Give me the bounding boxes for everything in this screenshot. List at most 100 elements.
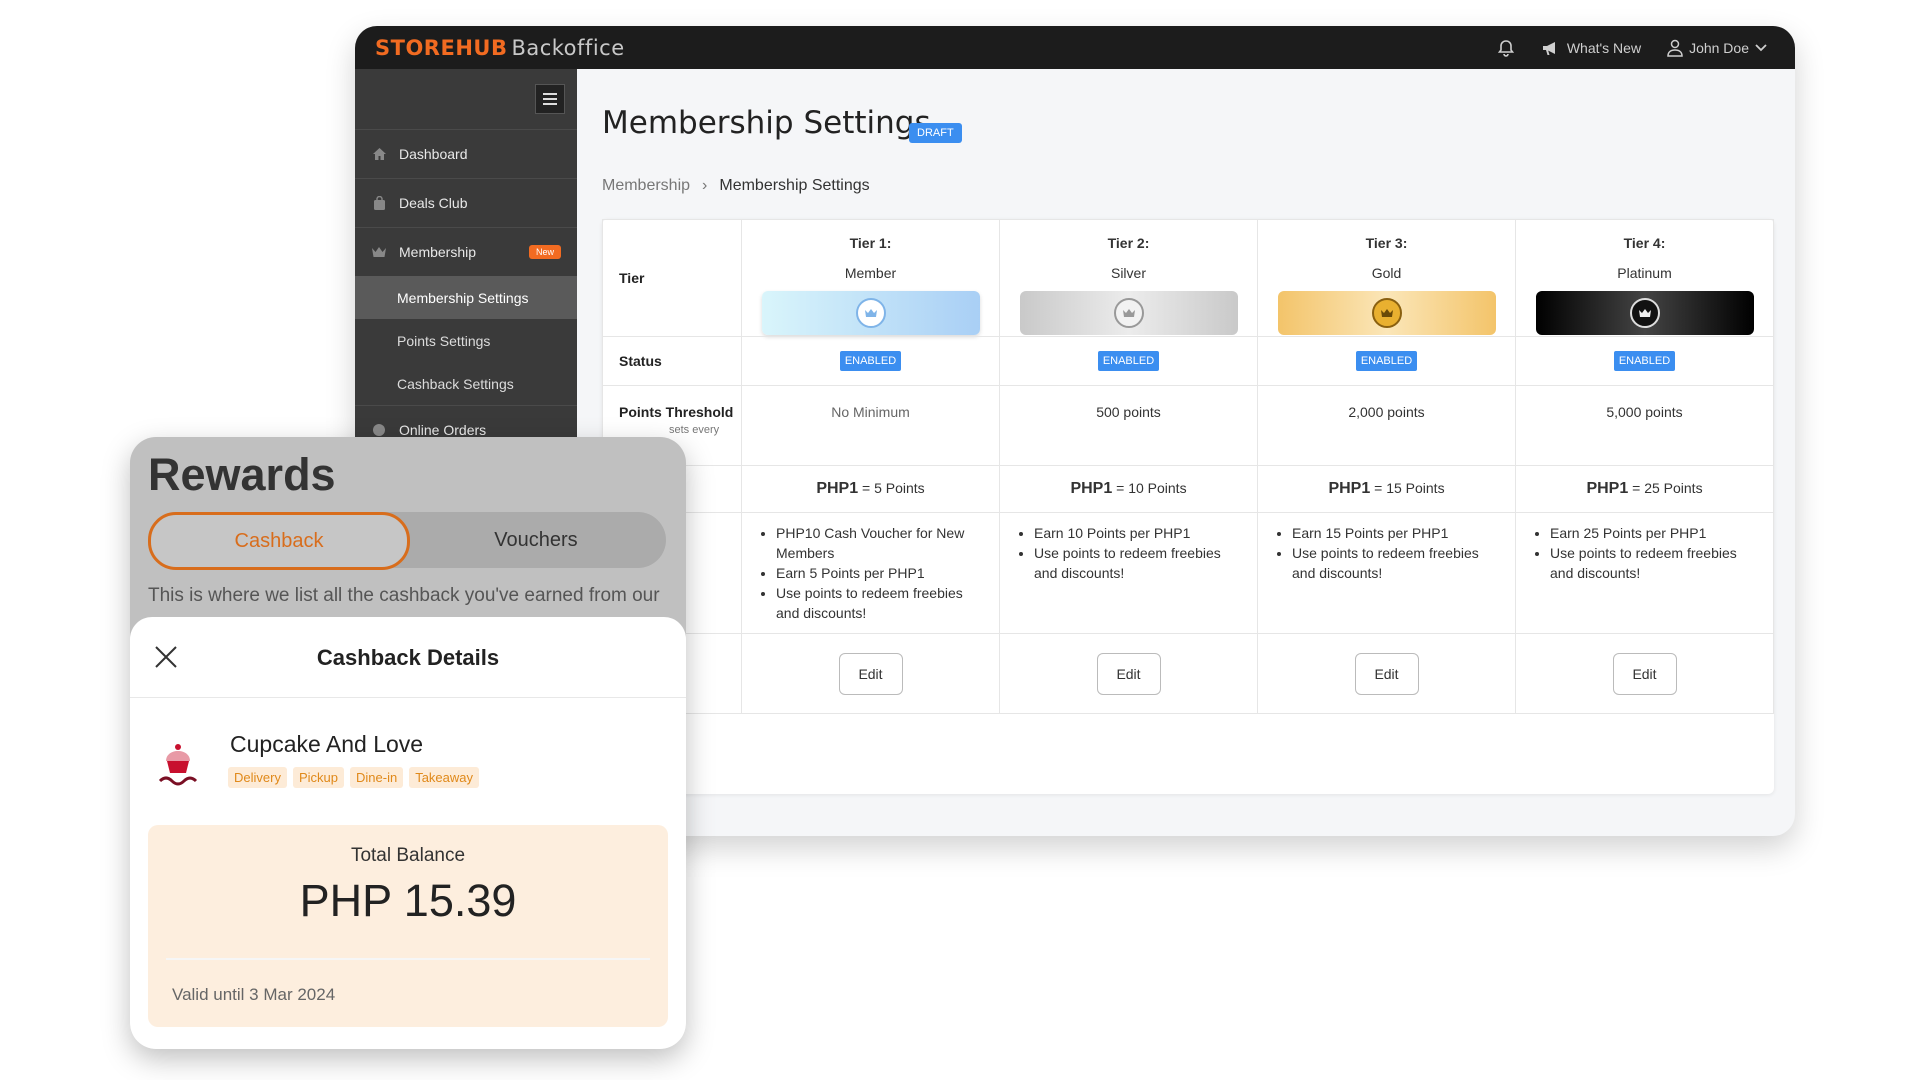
earn-rate: PHP1 = 15 Points (1257, 465, 1516, 513)
tier-1-header: Tier 1: Member (741, 219, 1000, 337)
bag-icon (371, 195, 387, 211)
brand-sub: Backoffice (511, 36, 625, 60)
tier-3-header: Tier 3: Gold (1257, 219, 1516, 337)
user-icon (1667, 39, 1683, 57)
threshold-value: 2,000 points (1257, 385, 1516, 466)
benefits-cell: Earn 25 Points per PHP1 Use points to re… (1515, 512, 1774, 634)
status-badge: ENABLED (839, 351, 902, 371)
threshold-note: sets every (669, 424, 720, 436)
status-cell: ENABLED (741, 336, 1000, 386)
tier-4-header: Tier 4: Platinum (1515, 219, 1774, 337)
tab-vouchers[interactable]: Vouchers (406, 512, 666, 568)
rate-php: PHP1 (1328, 480, 1371, 497)
tier-name: Platinum (1617, 265, 1672, 281)
tab-cashback[interactable]: Cashback (148, 512, 410, 570)
draft-badge: DRAFT (909, 123, 962, 143)
cashback-details-sheet: Cashback Details Cupcake And Love Delive… (130, 617, 686, 1049)
tier-table-card: Tier Tier 1: Member Tier 2: Silver Tier … (602, 219, 1774, 794)
bell-icon[interactable] (1497, 39, 1515, 57)
balance-label: Total Balance (350, 845, 466, 866)
threshold-value: 5,000 points (1515, 385, 1774, 466)
sidebar-item-dashboard[interactable]: Dashboard (355, 130, 577, 179)
status-cell: ENABLED (1257, 336, 1516, 386)
sidebar-item-label: Deals Club (399, 195, 468, 211)
tier-number: Tier 1: (849, 235, 892, 251)
tag-takeaway: Takeaway (409, 767, 479, 788)
tier-table: Tier Tier 1: Member Tier 2: Silver Tier … (602, 219, 1774, 714)
megaphone-icon (1541, 39, 1561, 57)
benefit-item: Earn 10 Points per PHP1 (1034, 523, 1239, 543)
tier-name: Silver (1110, 265, 1146, 281)
user-name: John Doe (1689, 39, 1749, 56)
divider (166, 958, 650, 960)
edit-cell: Edit (1257, 633, 1516, 714)
rate-points: = 5 Points (862, 480, 925, 496)
benefit-item: Use points to redeem freebies and discou… (1034, 543, 1239, 583)
edit-tier-2-button[interactable]: Edit (1096, 652, 1161, 695)
row-label-status: Status (602, 336, 742, 386)
tier-card-platinum (1535, 291, 1754, 335)
rate-php: PHP1 (1070, 480, 1113, 497)
breadcrumb-current: Membership Settings (719, 177, 870, 194)
rewards-description: This is where we list all the cashback y… (148, 585, 660, 606)
benefits-cell: PHP10 Cash Voucher for New Members Earn … (741, 512, 1000, 634)
tier-card-member (761, 291, 980, 335)
edit-tier-1-button[interactable]: Edit (838, 652, 903, 695)
tier-card-gold (1277, 291, 1496, 335)
crown-icon (1371, 298, 1402, 328)
earn-rate: PHP1 = 25 Points (1515, 465, 1774, 513)
chevron-down-icon (1755, 43, 1767, 52)
benefits-cell: Earn 10 Points per PHP1 Use points to re… (999, 512, 1258, 634)
crown-icon (371, 244, 387, 260)
sidebar-item-label: Online Orders (399, 422, 487, 438)
benefit-item: Earn 5 Points per PHP1 (776, 563, 981, 583)
tier-2-header: Tier 2: Silver (999, 219, 1258, 337)
whats-new-link[interactable]: What's New (1541, 39, 1641, 57)
whats-new-label: What's New (1566, 39, 1642, 56)
brand-logo[interactable]: STOREHUB Backoffice (375, 36, 625, 60)
tag-dine-in: Dine-in (350, 767, 404, 788)
tier-number: Tier 3: (1365, 235, 1408, 251)
rewards-tabs: Cashback Vouchers (148, 512, 666, 570)
tier-name: Gold (1371, 265, 1402, 281)
top-bar: STOREHUB Backoffice What's New John Doe (355, 26, 1795, 69)
breadcrumb-separator-icon: › (702, 177, 708, 194)
tag-pickup: Pickup (292, 767, 344, 788)
edit-tier-4-button[interactable]: Edit (1612, 652, 1677, 695)
earn-rate: PHP1 = 5 Points (741, 465, 1000, 513)
rate-php: PHP1 (816, 480, 859, 497)
rate-points: = 25 Points (1632, 480, 1703, 496)
home-icon (371, 146, 387, 162)
rate-points: = 15 Points (1374, 480, 1445, 496)
sidebar-item-membership[interactable]: Membership New (355, 228, 577, 276)
new-badge: New (528, 245, 561, 259)
balance-box: Total Balance PHP 15.39 Valid until 3 Ma… (148, 825, 668, 1027)
earn-rate: PHP1 = 10 Points (999, 465, 1258, 513)
threshold-label: Points Threshold (619, 404, 734, 420)
valid-until: Valid until 3 Mar 2024 (172, 985, 336, 1004)
brand-main: STOREHUB (375, 36, 508, 60)
sheet-title: Cashback Details (316, 645, 500, 670)
tier-number: Tier 4: (1623, 235, 1666, 251)
balance-value: PHP 15.39 (299, 875, 517, 926)
sidebar-item-deals-club[interactable]: Deals Club (355, 179, 577, 228)
sidebar-subitem-cashback-settings[interactable]: Cashback Settings (355, 362, 577, 406)
tier-card-silver (1019, 291, 1238, 335)
main-content: Membership Settings DRAFT Membership › M… (577, 69, 1795, 836)
user-menu[interactable]: John Doe (1667, 39, 1767, 57)
service-tags: Delivery Pickup Dine-in Takeaway (228, 767, 479, 788)
edit-cell: Edit (741, 633, 1000, 714)
breadcrumb-membership[interactable]: Membership (602, 177, 690, 195)
sidebar-subitem-membership-settings[interactable]: Membership Settings (355, 276, 577, 319)
tier-name: Member (844, 265, 897, 281)
rate-points: = 10 Points (1116, 480, 1187, 496)
globe-icon (371, 422, 387, 438)
benefit-item: Use points to redeem freebies and discou… (1292, 543, 1497, 583)
sidebar-item-label: Dashboard (399, 146, 468, 162)
edit-cell: Edit (1515, 633, 1774, 714)
hamburger-menu-icon[interactable] (535, 84, 565, 114)
benefit-item: Use points to redeem freebies and discou… (776, 583, 981, 623)
edit-tier-3-button[interactable]: Edit (1354, 652, 1419, 695)
sidebar-subitem-points-settings[interactable]: Points Settings (355, 319, 577, 362)
crown-icon (855, 298, 886, 328)
